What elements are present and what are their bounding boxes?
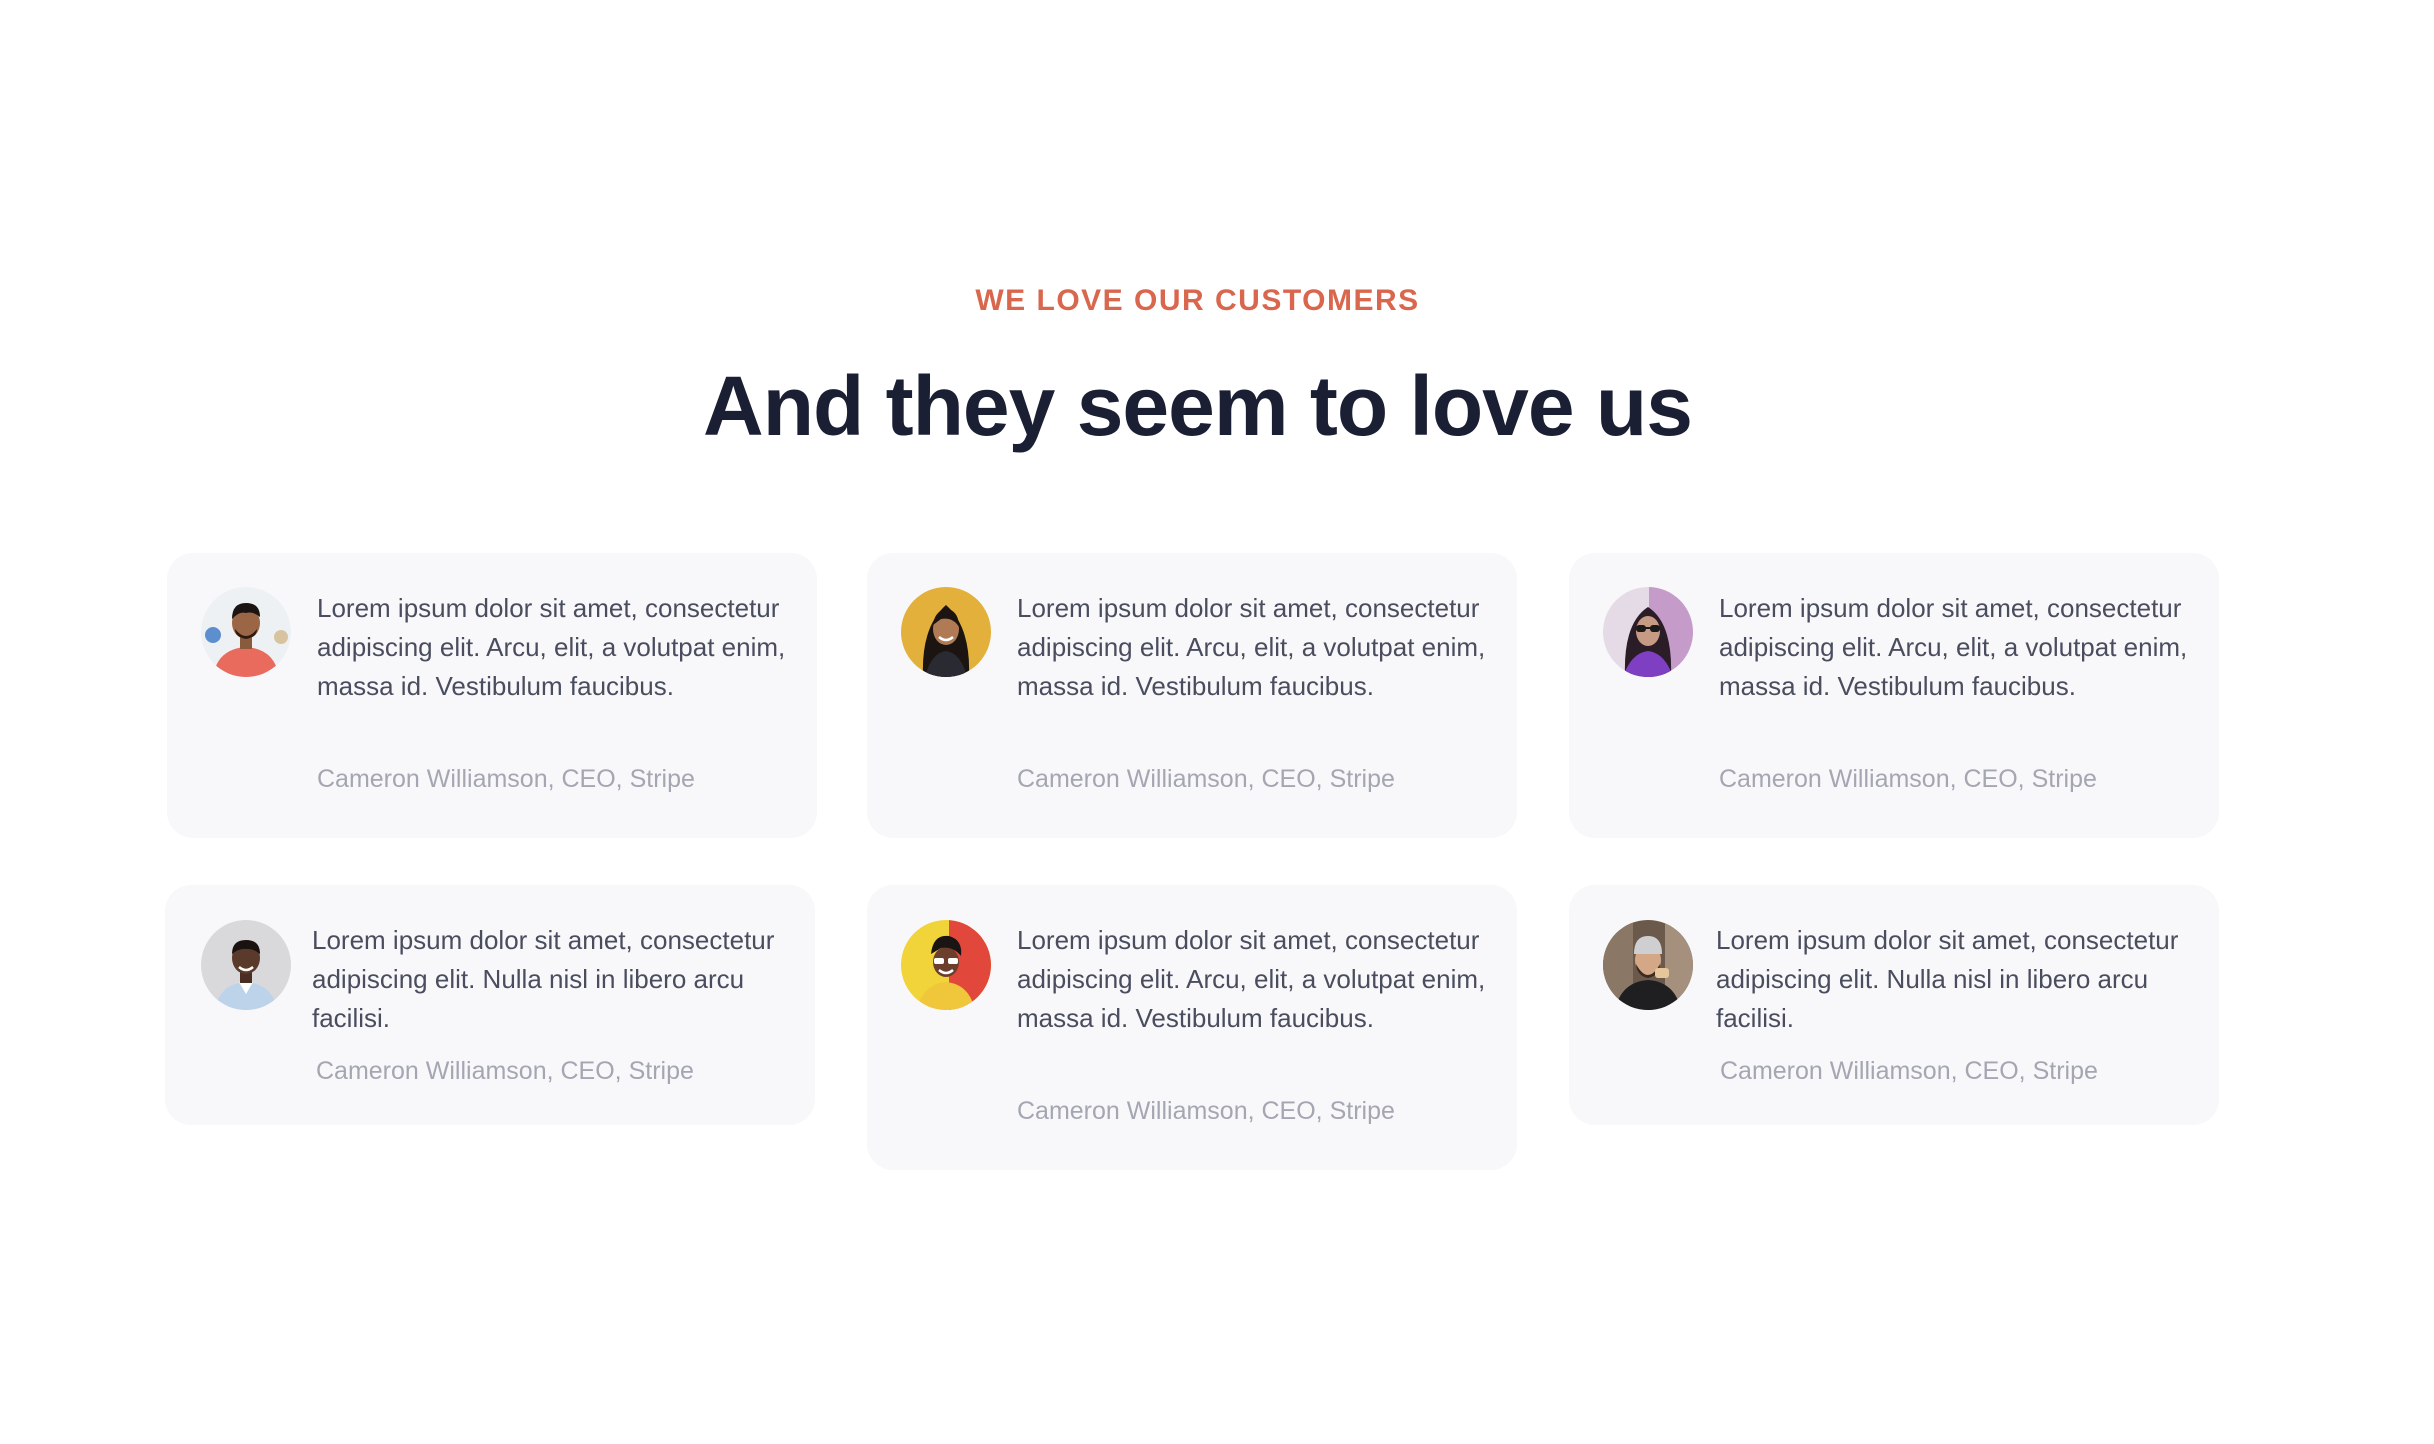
- testimonial-card: Lorem ipsum dolor sit amet, consectetur …: [867, 885, 1517, 1170]
- testimonial-quote: Lorem ipsum dolor sit amet, consectetur …: [1719, 593, 2188, 701]
- man-grey-background-photo-icon: [201, 920, 291, 1010]
- man-beanie-beard-photo-icon: [1603, 920, 1693, 1010]
- section-headline: And they seem to love us: [703, 359, 1693, 453]
- testimonial-author: Cameron Williamson, CEO, Stripe: [317, 765, 695, 793]
- avatar: [901, 587, 991, 677]
- testimonial-card: Lorem ipsum dolor sit amet, consectetur …: [1569, 553, 2219, 838]
- avatar: [1603, 920, 1693, 1010]
- testimonial-author: Cameron Williamson, CEO, Stripe: [1017, 1097, 1395, 1125]
- woman-yellow-red-background-photo-icon: [901, 920, 991, 1010]
- avatar: [201, 920, 291, 1010]
- testimonial-author: Cameron Williamson, CEO, Stripe: [316, 1057, 694, 1085]
- testimonial-card: Lorem ipsum dolor sit amet, consectetur …: [165, 885, 815, 1125]
- woman-yellow-background-photo-icon: [901, 587, 991, 677]
- testimonial-author: Cameron Williamson, CEO, Stripe: [1720, 1057, 2098, 1085]
- woman-purple-sunglasses-photo-icon: [1603, 587, 1693, 677]
- avatar: [901, 920, 991, 1010]
- section-eyebrow: WE LOVE OUR CUSTOMERS: [975, 284, 1420, 317]
- testimonial-author: Cameron Williamson, CEO, Stripe: [1017, 765, 1395, 793]
- testimonial-quote: Lorem ipsum dolor sit amet, consectetur …: [317, 593, 786, 701]
- man-red-shirt-photo-icon: [201, 587, 291, 677]
- testimonial-author: Cameron Williamson, CEO, Stripe: [1719, 765, 2097, 793]
- testimonial-quote: Lorem ipsum dolor sit amet, consectetur …: [312, 925, 775, 1033]
- testimonial-card: Lorem ipsum dolor sit amet, consectetur …: [867, 553, 1517, 838]
- avatar: [1603, 587, 1693, 677]
- testimonial-quote: Lorem ipsum dolor sit amet, consectetur …: [1716, 925, 2179, 1033]
- avatar: [201, 587, 291, 677]
- testimonial-card: Lorem ipsum dolor sit amet, consectetur …: [1569, 885, 2219, 1125]
- testimonial-quote: Lorem ipsum dolor sit amet, consectetur …: [1017, 593, 1486, 701]
- testimonials-section: WE LOVE OUR CUSTOMERS And they seem to l…: [0, 0, 2434, 1444]
- testimonial-card: Lorem ipsum dolor sit amet, consectetur …: [167, 553, 817, 838]
- testimonial-quote: Lorem ipsum dolor sit amet, consectetur …: [1017, 925, 1486, 1033]
